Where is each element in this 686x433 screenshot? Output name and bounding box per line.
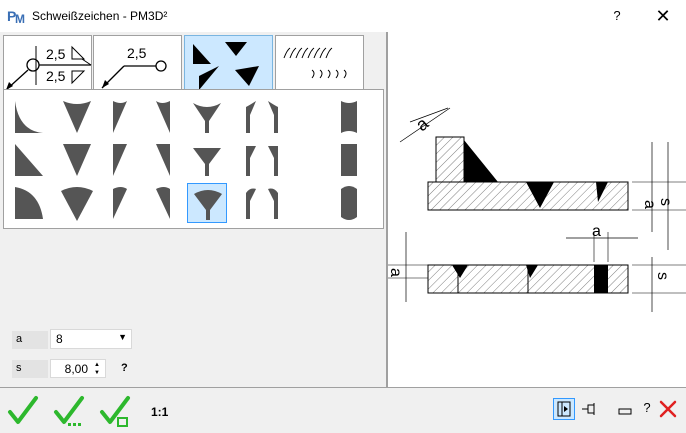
tab-strip: 2,5 2,5 2,5 — [0, 32, 386, 91]
preview-s-label-bottom: s — [654, 272, 671, 280]
i-convex-shape[interactable] — [329, 183, 369, 223]
preview-a-label-mid: a — [592, 223, 601, 240]
weld-symbol-simple-icon: 2,5 — [101, 45, 167, 89]
weld-preview-drawing: a a s a a s — [388, 107, 686, 312]
v-flat-shape[interactable] — [57, 140, 97, 180]
title-bar: P M Schweißzeichen - PM3D² ? ✕ — [0, 0, 686, 32]
help-icon[interactable]: ? — [640, 400, 654, 418]
tab-symbol-simple[interactable]: 2,5 — [93, 35, 182, 90]
spin-up-icon[interactable]: ▲ — [90, 361, 104, 369]
a-combo[interactable]: 8 ▼ — [50, 329, 132, 349]
chevron-down-icon[interactable]: ▼ — [118, 332, 127, 342]
svg-text:2,5: 2,5 — [127, 45, 147, 61]
help-button[interactable]: ? — [606, 6, 628, 26]
v-convex-shape[interactable] — [57, 183, 97, 223]
svg-text:2,5: 2,5 — [46, 68, 66, 84]
dock-icon — [557, 401, 571, 417]
pin-icon — [582, 403, 595, 415]
minimize-icon — [618, 408, 632, 415]
y-concave-shape[interactable] — [187, 97, 227, 137]
a-value: 8 — [56, 332, 63, 346]
half-v-convex-right-shape[interactable] — [144, 183, 184, 223]
weld-symbol-reference-icon: 2,5 2,5 — [5, 45, 92, 91]
half-v-concave-right-shape[interactable] — [144, 97, 184, 137]
s-value: 8,00 — [64, 362, 88, 376]
ok-continue-button[interactable] — [52, 394, 86, 428]
spin-down-icon[interactable]: ▼ — [90, 369, 104, 377]
fillet-concave-shape[interactable] — [7, 97, 47, 137]
param-help-icon[interactable]: ? — [121, 362, 128, 374]
preview-a-label-right: a — [641, 200, 658, 209]
svg-text:M: M — [15, 12, 25, 25]
checkmark-icon — [8, 396, 38, 424]
app-logo-icon: P M — [7, 7, 27, 25]
fillet-convex-shape[interactable] — [7, 183, 47, 223]
weld-marks-icon — [283, 47, 347, 79]
weld-shapes-icon — [193, 42, 259, 90]
y-convex-shape[interactable] — [187, 183, 227, 223]
double-half-v-convex-shape[interactable] — [242, 183, 282, 223]
cancel-icon — [659, 400, 677, 418]
tab-symbol-reference[interactable]: 2,5 2,5 — [3, 35, 92, 91]
weld-shape-grid — [3, 89, 384, 229]
scale-label: 1:1 — [151, 405, 169, 419]
half-v-convex-shape[interactable] — [101, 183, 141, 223]
checkmark-dots-icon — [54, 396, 84, 426]
ok-apply-button[interactable] — [98, 394, 132, 428]
tab-weld-marks[interactable] — [275, 35, 364, 90]
bottom-toolbar: 1:1 ? — [0, 387, 686, 433]
i-flat-shape[interactable] — [329, 140, 369, 180]
pin-button[interactable] — [580, 400, 600, 418]
preview-s-label-right: s — [657, 198, 674, 206]
tab-weld-shapes[interactable] — [184, 35, 273, 90]
minimize-button[interactable] — [618, 405, 632, 415]
close-button[interactable]: ✕ — [648, 4, 678, 28]
s-label: s — [12, 360, 48, 378]
dock-button[interactable] — [553, 398, 575, 420]
window-title: Schweißzeichen - PM3D² — [32, 9, 168, 23]
double-half-v-flat-shape[interactable] — [242, 140, 282, 180]
svg-text:2,5: 2,5 — [46, 46, 66, 62]
fillet-flat-shape[interactable] — [7, 140, 47, 180]
checkmark-box-icon — [100, 396, 130, 427]
cancel-button[interactable] — [657, 398, 679, 420]
i-concave-shape[interactable] — [329, 97, 369, 137]
half-v-flat-right-shape[interactable] — [144, 140, 184, 180]
preview-a-label-left: a — [388, 268, 404, 277]
y-flat-shape[interactable] — [187, 140, 227, 180]
half-v-flat-shape[interactable] — [101, 140, 141, 180]
v-concave-shape[interactable] — [57, 97, 97, 137]
half-v-concave-shape[interactable] — [101, 97, 141, 137]
a-label: a — [12, 331, 48, 349]
s-spinner[interactable]: 8,00 ▲ ▼ — [50, 359, 106, 378]
double-half-v-concave-shape[interactable] — [242, 97, 282, 137]
ok-button[interactable] — [6, 394, 40, 428]
weld-preview: a a s a a s — [388, 32, 686, 387]
